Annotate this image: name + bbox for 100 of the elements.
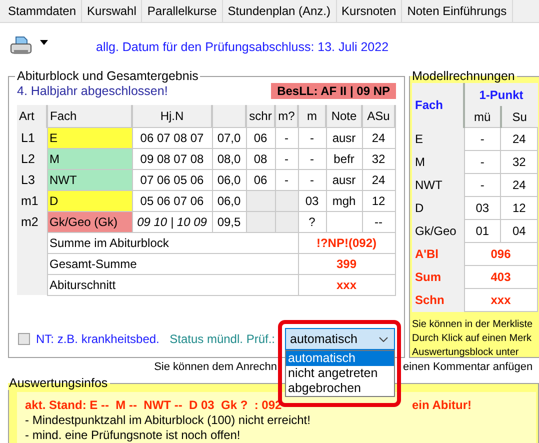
subject-cell: M [47, 148, 132, 169]
table-cell: 32 [362, 148, 395, 169]
table-cell: befr [326, 148, 362, 169]
table-cell: 06 [246, 169, 275, 190]
table-cell: 06 [246, 127, 275, 148]
column-header: ASu [362, 105, 395, 127]
subject-cell: D [47, 190, 132, 211]
table-cell: 09 10 | 10 09 [132, 211, 212, 232]
table-cell: - [464, 128, 501, 150]
column-header: Fach [412, 83, 464, 128]
table-cell: - [275, 169, 298, 190]
table-cell: 09 08 07 08 [132, 148, 212, 169]
column-header: Art [17, 105, 47, 127]
table-cell: 12 [500, 196, 538, 220]
table-cell: 09,5 [212, 211, 246, 232]
table-cell: xxx [298, 274, 395, 295]
table-cell: L1 [17, 127, 47, 148]
column-header: Hj.N [132, 105, 212, 127]
table-cell: mgh [326, 190, 362, 211]
table-cell: - [298, 169, 326, 190]
table-cell: 32 [500, 150, 538, 174]
status-dropdown[interactable]: automatisch [285, 328, 395, 350]
table-cell: D [412, 196, 464, 220]
info-text: - mind. eine Prüfungsnote ist noch offen! [25, 428, 240, 443]
table-cell: 096 [464, 242, 538, 266]
table-cell: - [464, 150, 501, 174]
table-cell: 05 06 07 06 [132, 190, 212, 211]
besll-badge: BesLL: AF II | 09 NP [271, 83, 396, 99]
printer-icon[interactable] [10, 36, 32, 56]
table-cell: 24 [362, 169, 395, 190]
table-cell: M [412, 150, 464, 174]
table-cell: A'Bl [412, 242, 464, 266]
table-cell: ausr [326, 169, 362, 190]
table-cell: 06,0 [212, 169, 246, 190]
table-cell: 08 [246, 148, 275, 169]
table-cell: 24 [500, 174, 538, 196]
table-cell: Summe im Abiturblock [47, 232, 298, 253]
exam-date-text: allg. Datum für den Prüfungsabschluss: 13. Juli 2022 [96, 40, 389, 54]
table-cell: - [298, 148, 326, 169]
dropdown-option[interactable]: automatisch [286, 351, 394, 366]
table-cell: 01 [464, 220, 501, 242]
table-cell: m1 [17, 190, 47, 211]
table-cell: E [412, 128, 464, 150]
column-header: Note [326, 105, 362, 127]
table-cell: !?NP!(092) [298, 232, 395, 253]
table-cell: L3 [17, 169, 47, 190]
table-cell: - [464, 174, 501, 196]
table-cell: Sum [412, 266, 464, 288]
column-header: m [298, 105, 326, 127]
panel-legend: Modellrechnungen [410, 69, 517, 83]
table-cell: Gk/Geo [412, 220, 464, 242]
table-cell: -- [362, 211, 395, 232]
table-cell: 03 [464, 196, 501, 220]
table-cell: 07 06 05 06 [132, 169, 212, 190]
subject-cell: Gk/Geo (Gk) [47, 211, 132, 232]
column-header: mü [464, 106, 501, 128]
table-cell: - [275, 148, 298, 169]
status-line-text: ein Abitur! [412, 398, 473, 413]
table-cell: 08,0 [212, 148, 246, 169]
note-text: Durch Klick auf einen Merk [412, 332, 532, 346]
column-header: 1-Punkt [464, 83, 538, 106]
table-cell: ? [298, 211, 326, 232]
status-label: Status mündl. Prüf.: [170, 332, 275, 346]
table-cell: 24 [362, 127, 395, 148]
tab[interactable]: Kursnoten [336, 0, 402, 22]
column-header: schr [246, 105, 275, 127]
chevron-icon [379, 336, 388, 342]
table-cell: NWT [412, 174, 464, 196]
table-cell: 04 [500, 220, 538, 242]
column-header: Fach [47, 105, 132, 127]
table-cell: 06 07 08 07 [132, 127, 212, 148]
column-header: m? [275, 105, 298, 127]
table-cell: ausr [326, 127, 362, 148]
table-cell: Abiturschnitt [47, 274, 298, 295]
table-cell: 403 [464, 266, 538, 288]
panel-legend: Auswertungsinfos [7, 376, 110, 390]
table-cell: m2 [17, 211, 47, 232]
hint-text: einen Kommentar anfügen [403, 361, 533, 373]
panel-legend: Abiturblock und Gesamtergebnis [15, 69, 200, 83]
table-cell: Gesamt-Summe [47, 253, 298, 274]
table-cell: Schn [412, 288, 464, 312]
table-cell: - [298, 127, 326, 148]
table-cell: 06,0 [212, 190, 246, 211]
subject-cell: NWT [47, 169, 132, 190]
table-cell: 07,0 [212, 127, 246, 148]
table-cell: - [275, 127, 298, 148]
caret-icon[interactable] [40, 40, 48, 44]
info-text: - Mindestpunktzahl im Abiturblock (100) nicht erreicht! [25, 413, 310, 428]
column-header: Su [500, 106, 538, 128]
table-cell: 24 [500, 128, 538, 150]
note-text: Auswertungsblock unter [412, 346, 520, 360]
table-cell: 03 [298, 190, 326, 211]
checkbox-label: NT: z.B. krankheitsbed. [36, 332, 160, 346]
note-text: Sie können in der Merkliste [412, 318, 534, 332]
table-cell: 399 [298, 253, 395, 274]
table-cell: L2 [17, 148, 47, 169]
checkbox[interactable] [18, 333, 30, 345]
table-cell: xxx [464, 288, 538, 312]
status-text: 4. Halbjahr abgeschlossen! [17, 84, 168, 98]
table-cell: 12 [362, 190, 395, 211]
